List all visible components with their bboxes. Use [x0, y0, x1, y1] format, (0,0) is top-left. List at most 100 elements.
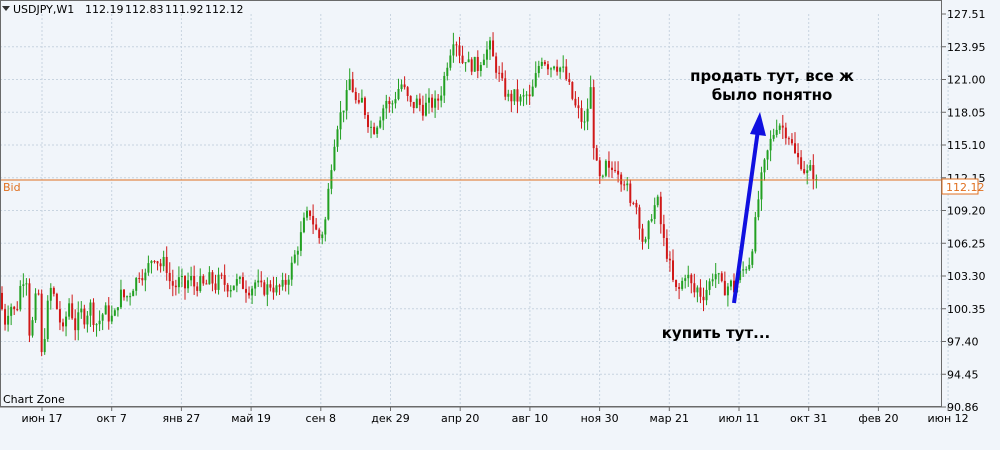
x-tick-label: авг 10: [512, 412, 549, 425]
x-tick-label: июл 11: [719, 412, 760, 425]
candle-body: [565, 66, 568, 80]
candle-body: [559, 67, 562, 72]
candle-body: [745, 269, 748, 271]
candle-body: [543, 61, 546, 65]
candle-body: [177, 277, 180, 288]
candle-body: [385, 100, 388, 109]
candle-body: [428, 97, 430, 103]
y-tick-label: 121.00: [947, 74, 986, 87]
candle-body: [726, 286, 729, 296]
candle-body: [440, 95, 443, 101]
candle-body: [107, 305, 110, 322]
candle-body: [19, 285, 22, 310]
y-tick-label: 115.10: [947, 139, 986, 152]
candle-body: [95, 324, 98, 326]
candle-body: [110, 315, 113, 322]
candle-body: [333, 146, 336, 171]
candle-body: [86, 315, 89, 325]
candle-body: [525, 94, 528, 96]
candle-body: [659, 196, 662, 225]
x-tick-label: май 19: [231, 412, 271, 425]
candle-body: [348, 79, 351, 91]
candle-body: [315, 224, 318, 230]
candle-body: [309, 210, 312, 216]
candle-body: [241, 277, 244, 289]
ohlc-open: 112.19: [85, 3, 124, 16]
candle-body: [339, 112, 342, 130]
candle-body: [412, 101, 415, 109]
candle-body: [254, 282, 257, 289]
candle-body: [43, 339, 46, 353]
candle-body: [49, 287, 52, 301]
bid-price-tag-value: 112.12: [946, 181, 985, 194]
candle-body: [434, 98, 437, 108]
candle-body: [327, 188, 330, 220]
candle-body: [516, 89, 519, 102]
candle-body: [492, 40, 495, 57]
candle-body: [147, 263, 150, 273]
candle-body: [379, 120, 382, 128]
candle-body: [80, 308, 83, 313]
candle-body: [766, 150, 769, 160]
candle-body: [22, 284, 25, 286]
sell-annotation: продать тут, все ж было понятно: [690, 67, 854, 104]
candle-body: [312, 215, 315, 225]
candle-body: [202, 276, 205, 284]
candle-body: [77, 312, 80, 331]
candle-body: [418, 98, 421, 105]
price-chart[interactable]: Bid 127.51123.95121.00118.05115.10112.15…: [0, 0, 1000, 450]
candle-body: [278, 285, 281, 287]
candle-body: [790, 139, 793, 144]
candle-body: [144, 272, 147, 281]
candle-body: [293, 254, 296, 263]
candle-body: [391, 103, 394, 105]
candle-body: [653, 205, 656, 219]
candle-body: [238, 277, 241, 280]
ohlc-high: 112.83: [125, 3, 164, 16]
candle-body: [132, 290, 135, 297]
candle-body: [229, 289, 232, 292]
x-tick-label: дек 29: [371, 412, 410, 425]
candle-body: [28, 283, 31, 336]
candle-body: [498, 72, 501, 74]
candle-body: [540, 61, 543, 66]
candle-body: [644, 239, 647, 242]
candle-body: [577, 105, 580, 109]
candle-body: [467, 59, 470, 63]
x-tick-label: сен 8: [306, 412, 337, 425]
candle-body: [470, 59, 473, 72]
candle-body: [257, 280, 260, 283]
candle-body: [324, 219, 327, 235]
candle-body: [458, 45, 461, 56]
candle-body: [604, 160, 607, 176]
candle-body: [778, 125, 781, 130]
candle-body: [342, 110, 345, 113]
candle-body: [156, 261, 159, 264]
candle-body: [489, 40, 491, 50]
candle-body: [437, 98, 440, 101]
candle-body: [263, 282, 266, 295]
candle-body: [16, 309, 19, 311]
candle-body: [647, 221, 650, 240]
candle-body: [370, 126, 373, 128]
candle-body: [10, 306, 13, 316]
candle-body: [607, 160, 610, 168]
candle-body: [211, 272, 214, 284]
candle-body: [119, 289, 122, 308]
candle-body: [656, 196, 659, 206]
candle-body: [58, 309, 61, 323]
x-tick-label: апр 20: [441, 412, 479, 425]
x-tick-label: окт 31: [790, 412, 827, 425]
candle-body: [668, 258, 671, 261]
candle-body: [522, 95, 525, 97]
candle-body: [165, 256, 168, 273]
candle-body: [507, 93, 510, 97]
candle-body: [443, 75, 446, 96]
candle-body: [52, 287, 55, 294]
candle-body: [141, 278, 144, 281]
candle-body: [226, 284, 229, 292]
candle-body: [299, 232, 302, 251]
candle-body: [251, 288, 254, 296]
candle-body: [199, 276, 202, 291]
candle-body: [568, 79, 571, 83]
